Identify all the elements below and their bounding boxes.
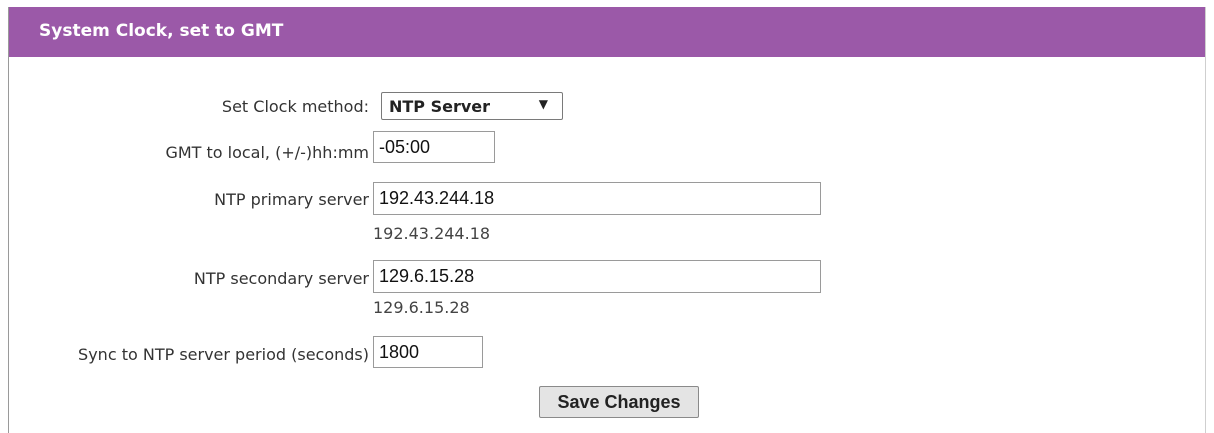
ntp-primary-label: NTP primary server xyxy=(214,190,369,209)
panel-title: System Clock, set to GMT xyxy=(39,21,284,41)
save-changes-button[interactable]: Save Changes xyxy=(539,386,699,418)
ntp-secondary-current: 129.6.15.28 xyxy=(373,298,470,317)
clock-method-value: NTP Server xyxy=(389,97,491,116)
gmt-offset-input[interactable] xyxy=(373,131,495,163)
panel-header: System Clock, set to GMT xyxy=(9,7,1205,57)
gmt-offset-label: GMT to local, (+/-)hh:mm xyxy=(165,143,369,162)
system-clock-panel: System Clock, set to GMT Set Clock metho… xyxy=(8,7,1206,433)
ntp-primary-input[interactable] xyxy=(373,182,821,215)
sync-period-label: Sync to NTP server period (seconds) xyxy=(78,345,369,364)
ntp-primary-current: 192.43.244.18 xyxy=(373,224,491,243)
ntp-secondary-input[interactable] xyxy=(373,260,821,293)
clock-method-label: Set Clock method: xyxy=(221,97,369,116)
clock-method-select[interactable]: NTP Server ▼ xyxy=(381,92,563,120)
sync-period-input[interactable] xyxy=(373,336,483,368)
dropdown-arrow-icon: ▼ xyxy=(538,97,548,111)
ntp-secondary-label: NTP secondary server xyxy=(193,269,369,288)
